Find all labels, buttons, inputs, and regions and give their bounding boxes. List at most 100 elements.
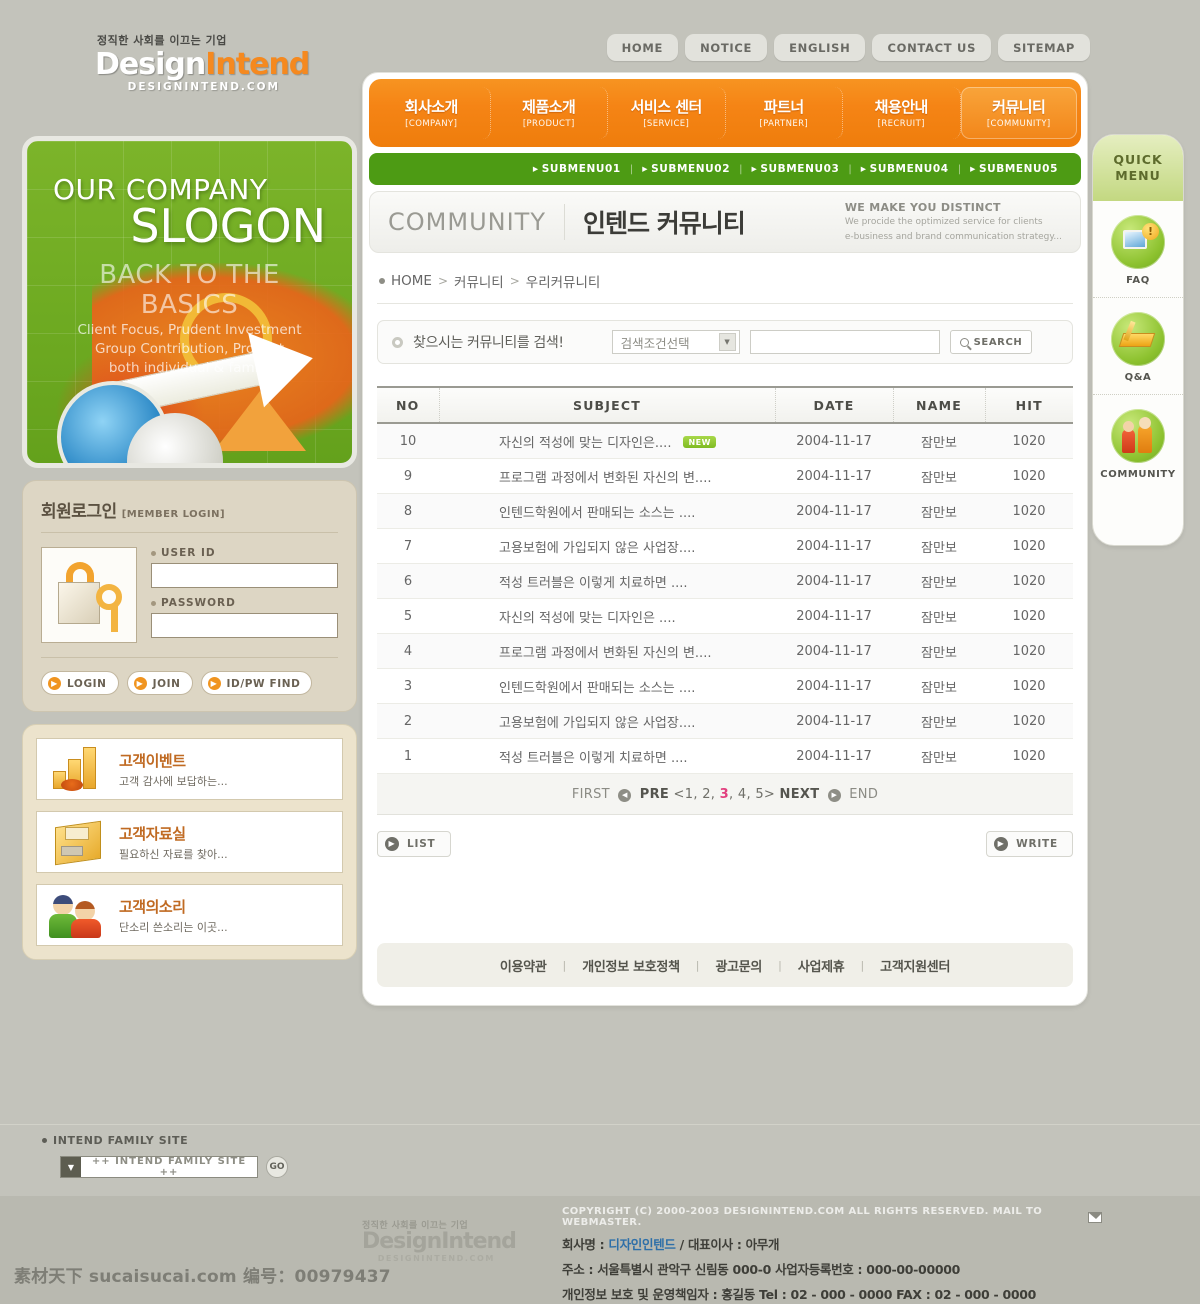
cell-subject[interactable]: 인텐드학원에서 판매되는 소스는 .... bbox=[439, 493, 775, 529]
cell-subject[interactable]: 자신의 적성에 맞는 디자인은 .... bbox=[439, 598, 775, 634]
banner-customer-voice[interactable]: 고객의소리 단소리 쓴소리는 이곳... bbox=[36, 884, 343, 946]
userid-input[interactable] bbox=[151, 563, 338, 588]
table-row[interactable]: 9 프로그램 과정에서 변화된 자신의 변.... 2004-11-17 잠만보… bbox=[377, 458, 1073, 494]
topnav-item-contact-us[interactable]: CONTACT US bbox=[872, 34, 992, 61]
subject-link[interactable]: 고용보험에 가입되지 않은 사업장.... bbox=[499, 716, 695, 731]
gnb-item-product[interactable]: 제품소개 [PRODUCT] bbox=[491, 87, 608, 139]
book-pen-icon bbox=[1111, 312, 1165, 366]
banner-text: 고객의소리 단소리 쓴소리는 이곳... bbox=[119, 896, 228, 935]
family-site-select[interactable]: ▼ ++ INTEND FAMILY SITE ++ bbox=[60, 1156, 258, 1178]
arrow-right-icon[interactable]: ▶ bbox=[827, 789, 841, 802]
company-name: 디자인인텐드 bbox=[608, 1237, 676, 1252]
snb-item-3[interactable]: ▸ SUBMENU03 bbox=[742, 163, 848, 175]
write-button[interactable]: ▶ WRITE bbox=[986, 831, 1073, 857]
topnav-item-sitemap[interactable]: SITEMAP bbox=[998, 34, 1090, 61]
cell-subject[interactable]: 적성 트러블은 이렇게 치료하면 .... bbox=[439, 738, 775, 774]
snb-item-2[interactable]: ▸ SUBMENU02 bbox=[633, 163, 739, 175]
cell-subject[interactable]: 프로그램 과정에서 변화된 자신의 변.... bbox=[439, 458, 775, 494]
login-button[interactable]: ▶ LOGIN bbox=[41, 671, 119, 695]
pager-page-4[interactable]: 4 bbox=[738, 787, 747, 802]
cell-subject[interactable]: 고용보험에 가입되지 않은 사업장.... bbox=[439, 528, 775, 564]
pager-first[interactable]: FIRST bbox=[572, 787, 610, 802]
footer-link-advertising[interactable]: 광고문의 bbox=[699, 956, 778, 975]
footer-link-support[interactable]: 고객지원센터 bbox=[864, 956, 966, 975]
site-logo[interactable]: 정직한 사회를 이끄는 기업 DesignIntend DESIGNINTEND… bbox=[95, 32, 365, 93]
quick-menu-item-qa[interactable]: Q&A bbox=[1093, 297, 1183, 394]
table-row[interactable]: 10 자신의 적성에 맞는 디자인은.... NEW 2004-11-17 잠만보… bbox=[377, 423, 1073, 459]
footer-link-privacy[interactable]: 개인정보 보호정책 bbox=[566, 956, 696, 975]
table-row[interactable]: 5 자신의 적성에 맞는 디자인은 .... 2004-11-17 잠만보 10… bbox=[377, 598, 1073, 634]
topnav-item-english[interactable]: ENGLISH bbox=[774, 34, 866, 61]
quick-menu-item-faq[interactable]: ! FAQ bbox=[1093, 201, 1183, 297]
topnav-item-home[interactable]: HOME bbox=[606, 34, 679, 61]
gnb-item-company[interactable]: 회사소개 [COMPANY] bbox=[373, 87, 491, 139]
subject-link[interactable]: 고용보험에 가입되지 않은 사업장.... bbox=[499, 541, 695, 556]
cell-date: 2004-11-17 bbox=[775, 598, 893, 634]
gift-chart-icon bbox=[47, 745, 109, 793]
table-row[interactable]: 2 고용보험에 가입되지 않은 사업장.... 2004-11-17 잠만보 1… bbox=[377, 703, 1073, 739]
table-row[interactable]: 1 적성 트러블은 이렇게 치료하면 .... 2004-11-17 잠만보 1… bbox=[377, 738, 1073, 774]
subject-link[interactable]: 인텐드학원에서 판매되는 소스는 .... bbox=[499, 681, 695, 696]
table-row[interactable]: 6 적성 트러블은 이렇게 치료하면 .... 2004-11-17 잠만보 1… bbox=[377, 563, 1073, 599]
login-button-row: ▶ LOGIN ▶ JOIN ▶ ID/PW FIND bbox=[41, 657, 338, 695]
search-condition-select[interactable]: 검색조건선택 ▼ bbox=[611, 330, 740, 354]
people-group-icon bbox=[1111, 409, 1165, 463]
cell-subject[interactable]: 인텐드학원에서 판매되는 소스는 .... bbox=[439, 668, 775, 704]
join-button[interactable]: ▶ JOIN bbox=[126, 671, 193, 695]
gnb-item-partner[interactable]: 파트너 [PARTNER] bbox=[726, 87, 843, 139]
cell-subject[interactable]: 자신의 적성에 맞는 디자인은.... NEW bbox=[439, 423, 775, 459]
banner-customer-event[interactable]: 고객이벤트 고객 감사에 보답하는... bbox=[36, 738, 343, 800]
title-divider bbox=[563, 204, 565, 240]
quick-menu-item-community[interactable]: COMMUNITY bbox=[1093, 394, 1183, 491]
family-site-go-button[interactable]: GO bbox=[266, 1156, 288, 1178]
subject-link[interactable]: 인텐드학원에서 판매되는 소스는 .... bbox=[499, 506, 695, 521]
cell-subject[interactable]: 적성 트러블은 이렇게 치료하면 .... bbox=[439, 563, 775, 599]
subject-link[interactable]: 자신의 적성에 맞는 디자인은.... bbox=[499, 436, 671, 451]
floppy-disk-icon bbox=[47, 818, 109, 866]
breadcrumb-home[interactable]: HOME bbox=[391, 273, 432, 289]
subject-link[interactable]: 적성 트러블은 이렇게 치료하면 .... bbox=[499, 576, 688, 591]
company-label: 회사명 : bbox=[562, 1237, 609, 1252]
subject-link[interactable]: 프로그램 과정에서 변화된 자신의 변.... bbox=[499, 646, 711, 661]
cell-subject[interactable]: 고용보험에 가입되지 않은 사업장.... bbox=[439, 703, 775, 739]
password-input[interactable] bbox=[151, 613, 338, 638]
id-pw-find-button[interactable]: ▶ ID/PW FIND bbox=[200, 671, 313, 695]
topnav-item-notice[interactable]: NOTICE bbox=[685, 34, 768, 61]
search-input[interactable] bbox=[749, 330, 940, 354]
pager-page-1[interactable]: 1 bbox=[685, 787, 694, 802]
gnb-item-recruit[interactable]: 채용안내 [RECRUIT] bbox=[843, 87, 961, 139]
snb-item-4[interactable]: ▸ SUBMENU04 bbox=[852, 163, 958, 175]
pager-end[interactable]: END bbox=[849, 787, 878, 802]
company-slogan-banner[interactable]: OUR COMPANY SLOGON BACK TO THE BASICS Cl… bbox=[22, 136, 357, 468]
subject-link[interactable]: 프로그램 과정에서 변화된 자신의 변.... bbox=[499, 471, 711, 486]
arrow-left-icon[interactable]: ◀ bbox=[618, 789, 632, 802]
footer-link-partnership[interactable]: 사업제휴 bbox=[782, 956, 861, 975]
cell-subject[interactable]: 프로그램 과정에서 변화된 자신의 변.... bbox=[439, 633, 775, 669]
arrow-right-icon: ▶ bbox=[994, 837, 1009, 851]
snb-item-1[interactable]: ▸ SUBMENU01 bbox=[524, 163, 630, 175]
subject-link[interactable]: 자신의 적성에 맞는 디자인은 .... bbox=[499, 611, 676, 626]
breadcrumb-level-1[interactable]: 커뮤니티 bbox=[454, 271, 504, 291]
pager-page-2[interactable]: 2 bbox=[702, 787, 711, 802]
slogan-line-2: e-business and brand communication strat… bbox=[844, 232, 1062, 242]
gnb-item-community[interactable]: 커뮤니티 [COMMUNITY] bbox=[960, 87, 1077, 139]
snb-item-5[interactable]: ▸ SUBMENU05 bbox=[961, 163, 1067, 175]
gnb-item-service[interactable]: 서비스 센터 [SERVICE] bbox=[608, 87, 726, 139]
banner-customer-archive[interactable]: 고객자료실 필요하신 자료를 찾아... bbox=[36, 811, 343, 873]
pager-page-5[interactable]: 5 bbox=[755, 787, 764, 802]
cell-name: 잠만보 bbox=[893, 598, 985, 634]
table-row[interactable]: 8 인텐드학원에서 판매되는 소스는 .... 2004-11-17 잠만보 1… bbox=[377, 493, 1073, 529]
subject-link[interactable]: 적성 트러블은 이렇게 치료하면 .... bbox=[499, 751, 688, 766]
list-button[interactable]: ▶ LIST bbox=[377, 831, 451, 857]
cell-hit: 1020 bbox=[985, 738, 1073, 774]
table-row[interactable]: 3 인텐드학원에서 판매되는 소스는 .... 2004-11-17 잠만보 1… bbox=[377, 668, 1073, 704]
table-row[interactable]: 7 고용보험에 가입되지 않은 사업장.... 2004-11-17 잠만보 1… bbox=[377, 528, 1073, 564]
pager-page-3-current[interactable]: 3 bbox=[720, 787, 729, 802]
footer-link-terms[interactable]: 이용약관 bbox=[484, 956, 563, 975]
cell-hit: 1020 bbox=[985, 528, 1073, 564]
mail-icon[interactable] bbox=[1088, 1211, 1102, 1223]
pager-prev[interactable]: PRE bbox=[640, 787, 669, 802]
search-button[interactable]: SEARCH bbox=[949, 330, 1033, 354]
table-row[interactable]: 4 프로그램 과정에서 변화된 자신의 변.... 2004-11-17 잠만보… bbox=[377, 633, 1073, 669]
pager-next[interactable]: NEXT bbox=[780, 787, 820, 802]
